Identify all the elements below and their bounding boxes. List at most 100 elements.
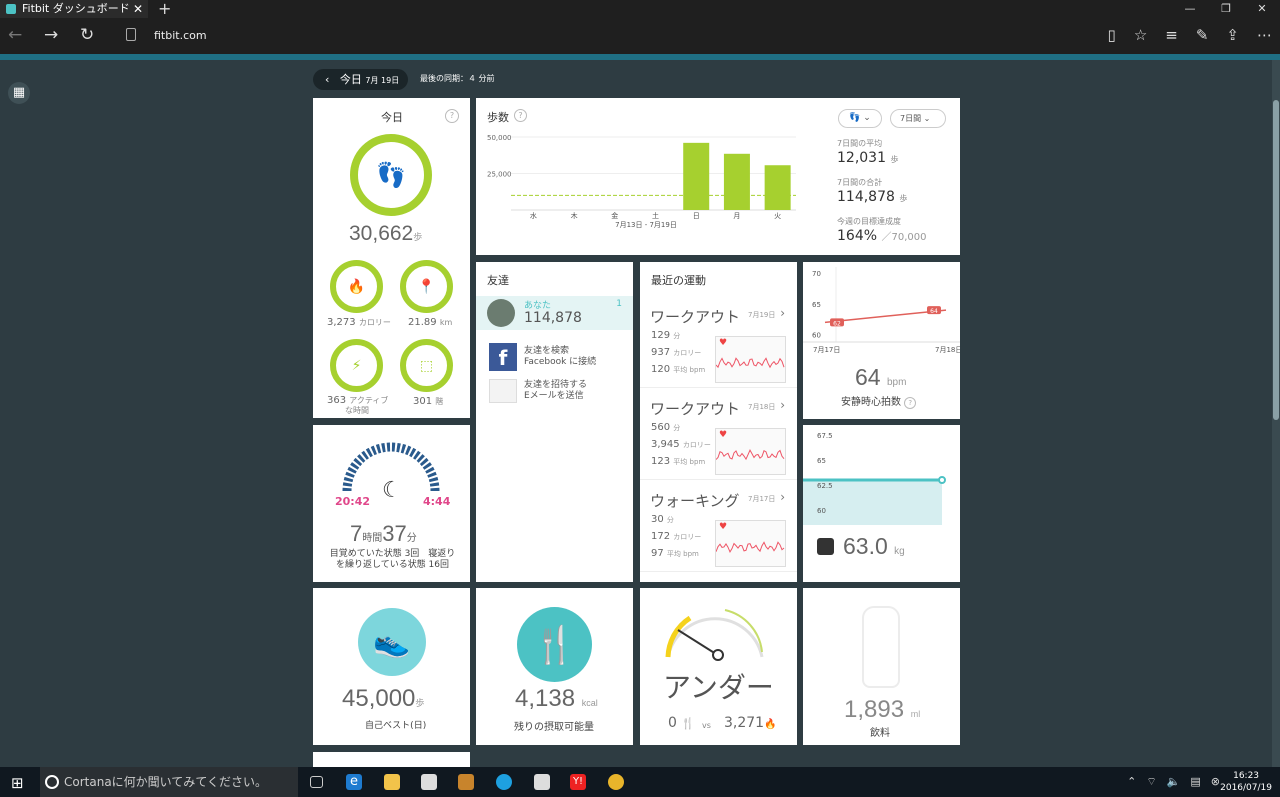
heart-rate-sparkline: ♥ [715,428,786,475]
refresh-icon[interactable]: ↻ [80,25,94,45]
x-tick-label: 7月17日 [813,346,840,354]
close-circle-icon[interactable]: ⊗ [1211,775,1220,789]
today-calories: 3,273 カロリー [327,317,391,328]
total-value: 114,878 歩 [837,189,908,205]
address-bar-row: ← → ↻ fitbit.com ▯ ☆ ≡ ✎ ⇪ ⋯ [0,18,1280,54]
web-note-icon[interactable]: ✎ [1196,26,1209,44]
page-scrollbar[interactable] [1272,60,1280,767]
exercise-date: 7月17日 [748,495,776,503]
exercise-minutes: 30 分 [651,514,674,525]
chevron-left-icon[interactable]: ‹ [325,73,329,86]
resting-hr: 64 bpm [855,364,907,390]
y-tick-label: 50,000 [487,134,512,142]
chevron-right-icon[interactable]: › [780,306,785,320]
exercise-row[interactable]: ウォーキング 7月17日 › 30 分 172 カロリー 97 平均 bpm ♥ [640,480,797,572]
friends-card[interactable]: 友達 あなた 114,878 1 f 友達を検索 Facebook に接続 友達を… [476,262,633,582]
heart-rate-sparkline: ♥ [715,336,786,383]
chrome-icon[interactable] [608,774,624,790]
steps-bar-chart: 50,000 25,000 水 木 金 土 日 月 火 7月13日 - 7月19日 [487,134,796,229]
clock[interactable]: 16:23 2016/07/19 [1220,770,1272,794]
url-field[interactable]: fitbit.com [154,29,207,42]
facebook-connect[interactable]: 友達を検索 Facebook に接続 [524,346,596,368]
facebook-icon[interactable]: f [489,343,517,371]
cortana-search[interactable]: Cortanaに何か聞いてみてください。 [40,767,298,797]
heart-icon: ♥ [719,338,728,348]
chevron-right-icon[interactable]: › [780,490,785,504]
friends-title: 友達 [487,274,509,287]
windows-start-icon[interactable]: ⊞ [11,774,24,792]
help-icon[interactable]: ? [445,109,459,123]
friend-row-you[interactable]: あなた 114,878 1 [476,296,633,330]
mail-icon[interactable] [489,379,517,403]
heart-rate-chart: 70 65 60 62 64 7月17日 7月18日 [803,267,960,354]
sneaker-badge-icon: 👟 [358,608,426,676]
chevron-right-icon[interactable]: › [780,398,785,412]
minimize-icon[interactable]: — [1172,0,1208,18]
share-icon[interactable]: ⇪ [1226,26,1239,44]
exercise-minutes: 560 分 [651,422,681,433]
exercise-title: 最近の運動 [651,274,706,287]
chevron-up-icon[interactable]: ⌃ [1127,775,1136,789]
fork-icon: 🍴 [681,717,696,730]
exercise-bpm: 123 平均 bpm [651,456,706,467]
explorer-icon[interactable] [384,774,400,790]
scroll-thumb[interactable] [1273,100,1279,420]
sleep-card[interactable]: ☾ 20:42 4:44 7時間37分 目覚めていた状態 3回 寝返り を繰り返し… [313,425,470,582]
forward-icon[interactable]: → [44,25,58,45]
skype-icon[interactable] [496,774,512,790]
exercise-row[interactable]: ワークアウト 7月18日 › 560 分 3,945 カロリー 123 平均 bpm ♥ [640,388,797,480]
friend-steps: 114,878 [524,310,582,326]
email-invite[interactable]: 友達を招待する Eメールを送信 [524,380,587,402]
sleep-gauge: ☾ [342,442,440,499]
volume-icon[interactable]: 🔈 [1167,775,1181,789]
edge-icon[interactable]: e [346,774,362,790]
y-tick-label: 60 [812,332,821,340]
moon-icon: ☾ [382,478,402,499]
x-tick-label: 火 [774,212,781,220]
today-distance: 21.89 km [408,317,453,328]
exercise-row[interactable]: ワークアウト 7月19日 › 129 分 937 カロリー 120 平均 bpm ♥ [640,296,797,388]
date-label: 今日 [339,73,362,86]
water-value: 1,893 ml [844,696,921,723]
y-tick-label: 25,000 [487,171,512,179]
heart-rate-card[interactable]: 70 65 60 62 64 7月17日 7月18日 64 bpm 安静時心拍数 ? [803,262,960,419]
task-view-icon[interactable] [310,776,323,788]
favorite-star-icon[interactable]: ☆ [1134,26,1147,44]
help-icon[interactable]: ? [514,109,527,122]
total-label: 7日間の合計 [837,178,883,187]
more-icon[interactable]: ⋯ [1257,26,1272,44]
network-icon[interactable]: ⌔ [1146,775,1156,789]
steps-ring-icon: 👣 [350,134,432,216]
exercise-name: ウォーキング [650,492,740,510]
best-card[interactable]: 👟 45,000歩 自己ベスト(日) [313,588,470,745]
today-card[interactable]: 今日 ? 👣 30,662歩 🔥 3,273 カロリー 📍 21.89 km ⚡… [313,98,470,418]
weight-card[interactable]: 67.5 65 62.5 60 63.0 kg [803,425,960,582]
calorie-balance-card[interactable]: アンダー 0 🍴 vs 3,271🔥 [640,588,797,745]
chart-type-dropdown[interactable]: 👣 ⌄ [838,109,882,128]
restore-icon[interactable]: ❐ [1208,0,1244,18]
period-dropdown[interactable]: 7日間 ⌄ [890,109,946,128]
new-tab-icon[interactable]: + [158,0,171,18]
resting-hr-label: 安静時心拍数 ? [841,393,917,409]
app-icon[interactable] [458,774,474,790]
close-window-icon[interactable]: ✕ [1244,0,1280,18]
calculator-icon[interactable] [534,774,550,790]
hub-icon[interactable]: ≡ [1165,26,1178,44]
close-tab-icon[interactable]: ✕ [133,0,143,18]
reading-view-icon[interactable]: ▯ [1108,26,1116,44]
water-card[interactable]: 1,893 ml 飲料 [803,588,960,745]
apps-grid-icon[interactable]: ▦ [8,82,30,104]
notification-icon[interactable]: ▤ [1190,775,1200,789]
steps-card[interactable]: 歩数 ? 50,000 25,000 水 木 金 土 日 月 火 7月13日 - 7月19日 👣 … [476,98,960,255]
food-card[interactable]: 🍴 4,138 kcal 残りの摂取可能量 [476,588,633,745]
store-icon[interactable] [421,774,437,790]
help-icon[interactable]: ? [904,397,917,409]
date-selector[interactable]: ‹ 今日 7月 19日 [313,69,408,90]
last-sync: 最後の同期：４ 分前 [420,74,495,83]
yahoo-icon[interactable]: Y! [570,774,586,790]
browser-tab[interactable]: Fitbit ダッシュボード ✕ [0,0,148,18]
scale-icon [817,538,834,555]
exercise-name: ワークアウト [650,400,741,418]
back-icon[interactable]: ← [8,25,22,45]
weight-value: 63.0 kg [843,533,905,559]
